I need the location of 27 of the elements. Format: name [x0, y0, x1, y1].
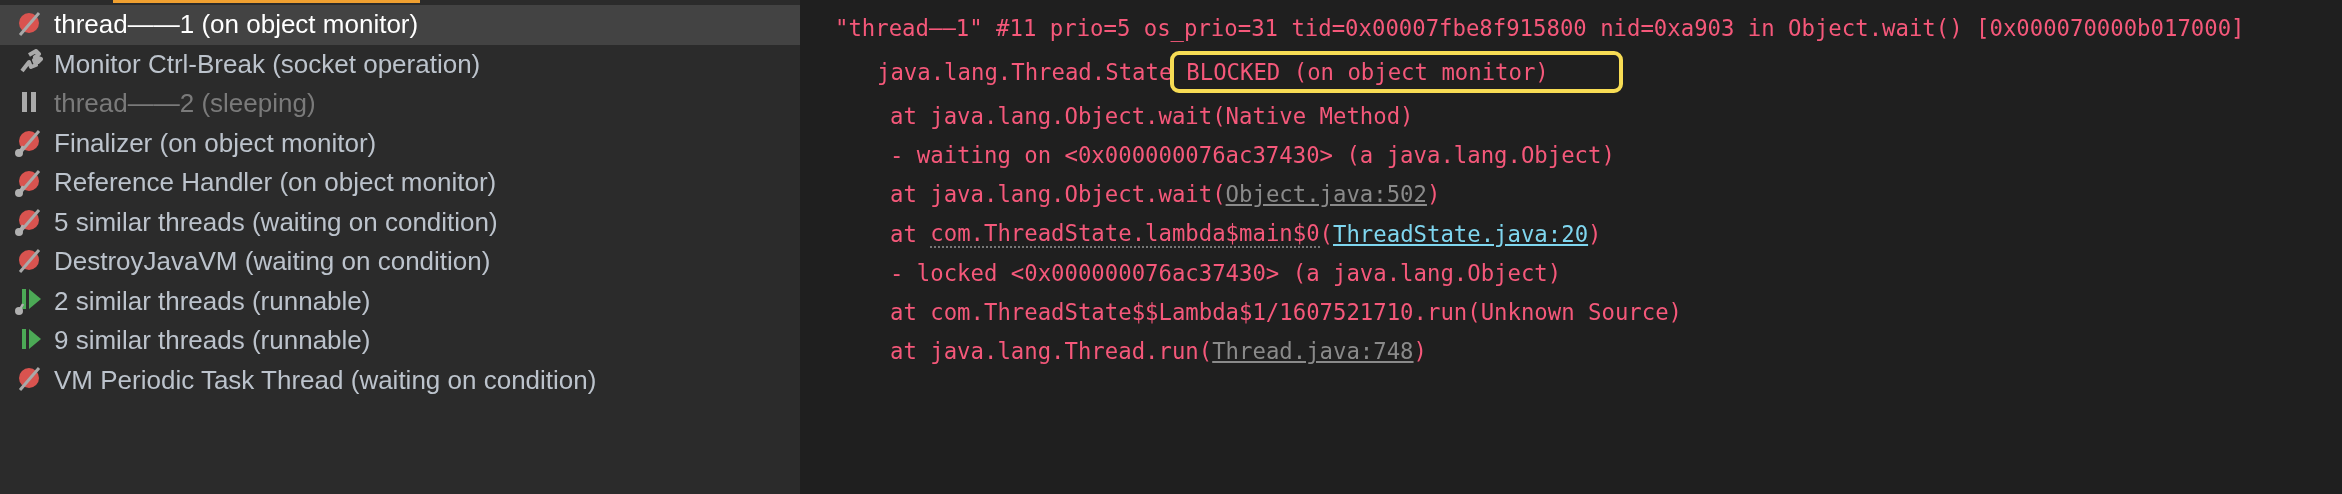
code-text: at java.lang.Thread.run(: [890, 338, 1213, 365]
code-text: ): [1413, 338, 1427, 365]
code-text: ): [1588, 220, 1602, 247]
thread-item[interactable]: thread——1 (on object monitor): [0, 5, 800, 45]
code-text: "thread——1" #11 prio=5 os_prio=31 tid=0x00007fbe8f915800 nid=0xa903 in Object.wait() [0x000070000b017000]: [835, 15, 2245, 41]
code-text: (: [1319, 220, 1333, 247]
source-link[interactable]: Thread.java:748: [1212, 338, 1414, 365]
code-text: java.lang.Thread.State: [877, 59, 1173, 85]
thread-item[interactable]: VM Periodic Task Thread (waiting on condition): [0, 360, 800, 400]
method-name: com.ThreadState.lambda$main$0: [930, 219, 1320, 248]
code-text: at com.ThreadState$$Lambda$1/1607521710.run(Unknown Source): [890, 299, 1682, 326]
highlighted-state: BLOCKED (on object monitor): [1170, 51, 1623, 93]
thread-item[interactable]: 5 similar threads (waiting on condition): [0, 202, 800, 242]
thread-item[interactable]: Monitor Ctrl-Break (socket operation): [0, 44, 800, 84]
code-text: at: [890, 220, 918, 247]
thread-item[interactable]: Reference Handler (on object monitor): [0, 163, 800, 203]
thread-item[interactable]: Finalizer (on object monitor): [0, 123, 800, 163]
code-text: ): [1426, 181, 1441, 208]
code-text: at java.lang.Object.wait(: [890, 181, 1226, 208]
thread-item[interactable]: 9 similar threads (runnable): [0, 321, 800, 361]
thread-item[interactable]: 2 similar threads (runnable): [0, 281, 800, 321]
code-text: at java.lang.Object.wait(Native Method): [890, 102, 1414, 129]
source-link[interactable]: ThreadState.java:20: [1333, 220, 1589, 247]
source-link[interactable]: Object.java:502: [1225, 181, 1427, 208]
thread-item[interactable]: DestroyJavaVM (waiting on condition): [0, 242, 800, 282]
code-text: - locked <0x000000076ac37430> (a java.lang.Object): [890, 259, 1562, 286]
code-text: - waiting on <0x000000076ac37430> (a java.lang.Object): [890, 141, 1615, 168]
